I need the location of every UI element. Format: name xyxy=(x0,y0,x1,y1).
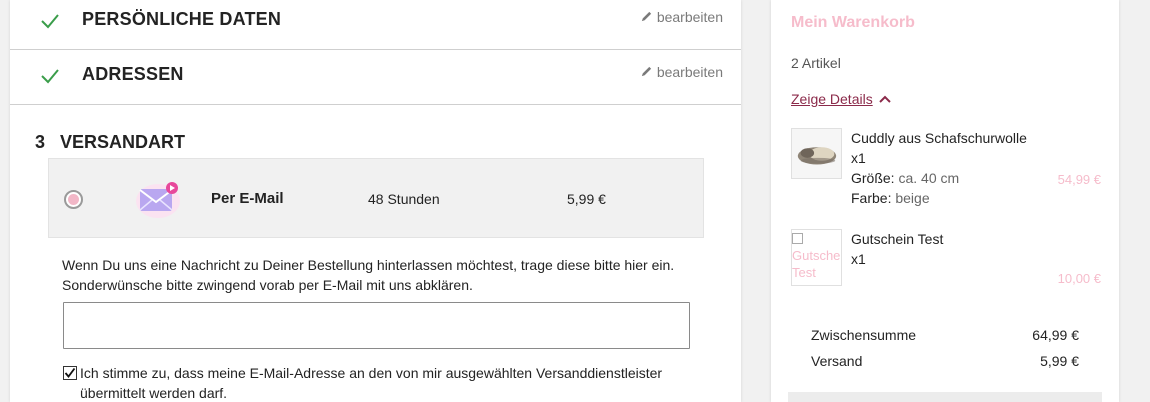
shipping-radio[interactable] xyxy=(64,190,83,209)
edit-label: bearbeiten xyxy=(656,64,723,80)
step-title: VERSANDART xyxy=(60,132,186,152)
product-image-broken: Gutschein Test xyxy=(791,229,842,286)
item-name: Gutschein Test xyxy=(851,231,944,247)
edit-address-link[interactable]: bearbeiten xyxy=(640,64,723,80)
checkmark-icon xyxy=(40,11,60,31)
shipping-cost-value: 5,99 € xyxy=(1040,353,1079,369)
step-personal-data: PERSÖNLICHE DATEN bearbeiten xyxy=(10,0,741,50)
pencil-icon xyxy=(641,11,651,22)
consent-checkbox[interactable] xyxy=(63,366,77,380)
item-attr-size: Größe: ca. 40 cm xyxy=(851,170,960,186)
product-image xyxy=(791,128,842,179)
checkmark-icon xyxy=(64,367,76,378)
item-attr-color: Farbe: beige xyxy=(851,190,930,206)
chevron-up-icon xyxy=(878,95,891,103)
step-title: PERSÖNLICHE DATEN xyxy=(82,9,282,29)
shipping-time: 48 Stunden xyxy=(368,191,440,207)
pencil-icon xyxy=(641,66,651,77)
show-details-toggle[interactable]: Zeige Details xyxy=(791,91,891,107)
item-price: 10,00 € xyxy=(1057,271,1101,286)
step-addresses: ADRESSEN bearbeiten xyxy=(10,50,741,105)
item-qty: x1 xyxy=(851,150,866,166)
item-name: Cuddly aus Schafschurwolle xyxy=(851,130,1027,146)
email-icon xyxy=(134,179,182,219)
shipping-price: 5,99 € xyxy=(567,191,606,207)
edit-label: bearbeiten xyxy=(656,9,723,25)
edit-personal-link[interactable]: bearbeiten xyxy=(640,9,723,25)
step-shipping: 3 VERSANDART xyxy=(10,105,741,152)
cart-count: 2 Artikel xyxy=(791,55,841,71)
shipping-cost-label: Versand xyxy=(811,353,863,369)
shipping-option-email[interactable]: Per E-Mail 48 Stunden 5,99 € xyxy=(48,158,704,238)
checkmark-icon xyxy=(40,66,60,86)
show-details-label: Zeige Details xyxy=(791,91,873,107)
shipping-name: Per E-Mail xyxy=(211,190,284,207)
step-number: 3 xyxy=(35,132,46,152)
image-alt-text: Gutschein Test xyxy=(792,248,841,280)
subtotal-value: 64,99 € xyxy=(1032,327,1079,343)
step-title: ADRESSEN xyxy=(82,64,184,84)
consent-text: Ich stimme zu, dass meine E-Mail-Adresse… xyxy=(80,365,663,401)
cart-total-bar xyxy=(788,392,1102,402)
cart-panel: Mein Warenkorb 2 Artikel Zeige Details C… xyxy=(771,0,1119,402)
consent-checkbox-row[interactable]: Ich stimme zu, dass meine E-Mail-Adresse… xyxy=(63,363,703,402)
broken-image-icon: Gutschein Test xyxy=(792,230,841,281)
cart-title: Mein Warenkorb xyxy=(791,14,915,31)
order-message-input[interactable] xyxy=(63,302,690,349)
order-message-hint: Wenn Du uns eine Nachricht zu Deiner Bes… xyxy=(62,257,675,293)
checkout-panel: PERSÖNLICHE DATEN bearbeiten ADRESSEN be… xyxy=(10,0,741,402)
item-qty: x1 xyxy=(851,251,866,267)
subtotal-label: Zwischensumme xyxy=(811,327,917,343)
item-price: 54,99 € xyxy=(1057,172,1101,187)
